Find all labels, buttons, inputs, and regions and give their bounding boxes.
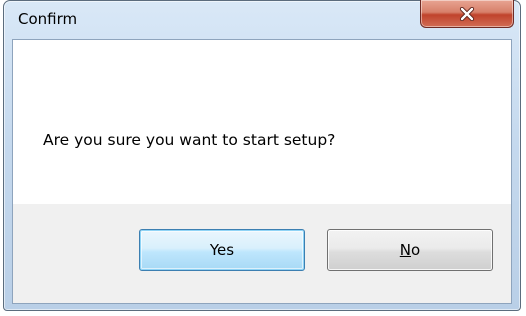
yes-button[interactable]: Yes bbox=[139, 229, 305, 271]
close-button[interactable] bbox=[420, 0, 514, 28]
no-button-label: No bbox=[400, 241, 420, 259]
no-mnemonic-letter: N bbox=[399, 241, 412, 259]
close-x-icon bbox=[459, 6, 475, 21]
title-bar[interactable]: Confirm bbox=[4, 0, 520, 39]
no-button[interactable]: No bbox=[327, 229, 493, 271]
confirm-dialog-window: Confirm Are you sure you want to start s… bbox=[3, 0, 521, 311]
confirm-message: Are you sure you want to start setup? bbox=[43, 131, 336, 149]
message-panel: Are you sure you want to start setup? bbox=[13, 40, 511, 204]
yes-button-label: Yes bbox=[209, 241, 235, 259]
dialog-client-area: Are you sure you want to start setup? Ye… bbox=[12, 39, 512, 304]
window-title: Confirm bbox=[18, 10, 78, 28]
no-label-rest: o bbox=[411, 241, 421, 259]
